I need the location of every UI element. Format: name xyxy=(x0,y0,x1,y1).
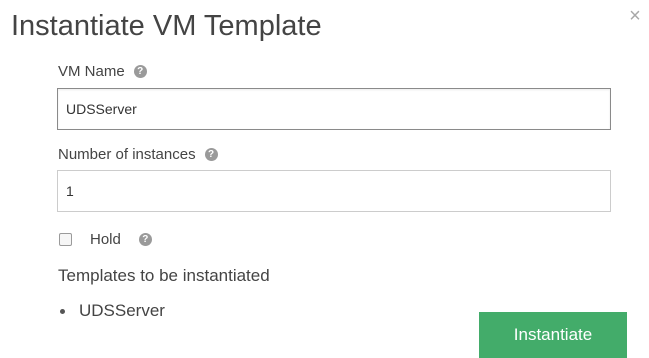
instances-label: Number of instances ? xyxy=(58,146,218,163)
hold-label: Hold xyxy=(90,231,121,248)
instances-label-text: Number of instances xyxy=(58,146,196,163)
dialog-title: Instantiate VM Template xyxy=(11,10,322,42)
vm-name-input[interactable] xyxy=(57,88,611,130)
bullet-icon xyxy=(60,308,65,314)
templates-list: UDSServer xyxy=(60,301,165,321)
question-circle-icon[interactable]: ? xyxy=(133,65,147,78)
hold-row: Hold ? xyxy=(59,231,152,248)
hold-checkbox[interactable] xyxy=(59,233,72,246)
vm-name-label: VM Name ? xyxy=(58,63,147,80)
instances-input[interactable] xyxy=(57,170,611,212)
templates-title: Templates to be instantiated xyxy=(58,266,270,285)
instantiate-button[interactable]: Instantiate xyxy=(479,312,627,358)
question-circle-icon[interactable]: ? xyxy=(138,233,152,246)
vm-name-label-text: VM Name xyxy=(58,63,125,80)
list-item: UDSServer xyxy=(60,301,165,321)
question-circle-icon[interactable]: ? xyxy=(204,148,218,161)
close-icon[interactable]: × xyxy=(625,4,645,28)
template-name: UDSServer xyxy=(79,301,165,320)
